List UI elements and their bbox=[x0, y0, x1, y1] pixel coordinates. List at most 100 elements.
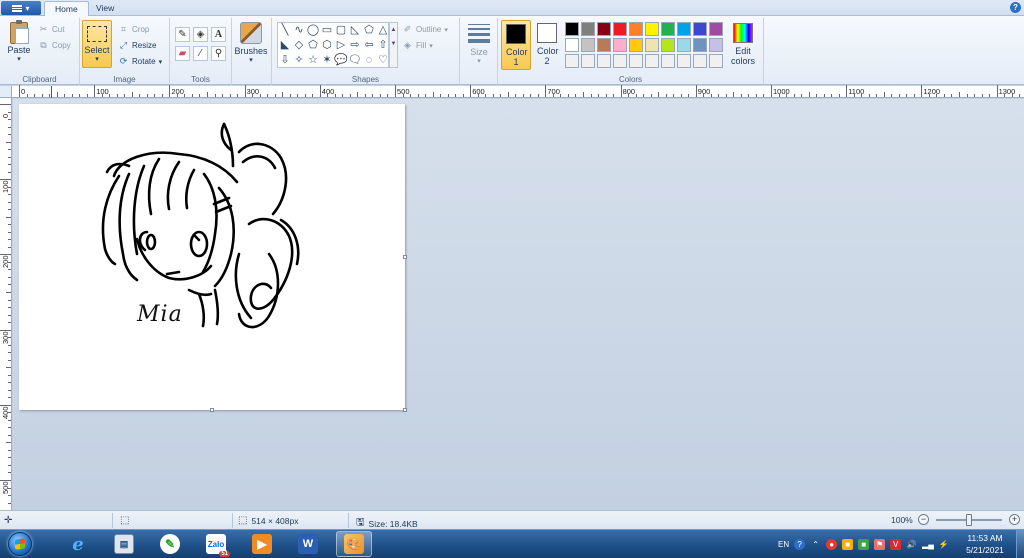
shape-tool-item[interactable]: ⬡ bbox=[320, 38, 334, 53]
shape-tool-item[interactable]: ⬠ bbox=[362, 23, 376, 38]
shape-tool-item[interactable]: ▭ bbox=[320, 23, 334, 38]
palette-swatch[interactable] bbox=[613, 22, 627, 36]
palette-swatch[interactable] bbox=[613, 54, 627, 68]
paste-button[interactable]: Paste ▾ bbox=[4, 20, 34, 66]
text-tool-icon[interactable]: A bbox=[211, 27, 226, 42]
power-icon[interactable]: ⚡ bbox=[938, 539, 949, 550]
taskbar-internet-explorer[interactable]: e bbox=[60, 531, 96, 557]
pencil-icon[interactable]: ✎ bbox=[175, 27, 190, 42]
palette-swatch[interactable] bbox=[693, 38, 707, 52]
palette-swatch[interactable] bbox=[581, 38, 595, 52]
zoom-slider-thumb[interactable] bbox=[966, 514, 972, 526]
flag-icon[interactable]: ⚑ bbox=[874, 538, 886, 550]
shape-tool-item[interactable]: △ bbox=[376, 23, 390, 38]
palette-swatch[interactable] bbox=[565, 38, 579, 52]
shape-tool-item[interactable]: ✶ bbox=[320, 53, 334, 68]
resize-handle-corner[interactable] bbox=[403, 408, 407, 412]
shape-tool-item[interactable]: ♡ bbox=[376, 53, 390, 68]
color1-button[interactable]: Color 1 bbox=[501, 20, 531, 70]
zoom-in-button[interactable]: + bbox=[1009, 514, 1020, 525]
paint-menu-button[interactable]: ▾ bbox=[1, 1, 41, 15]
palette-swatch[interactable] bbox=[693, 22, 707, 36]
color2-button[interactable]: Color 2 bbox=[533, 20, 561, 70]
shape-tool-item[interactable]: ✧ bbox=[292, 53, 306, 68]
edit-colors-button[interactable]: Edit colors bbox=[728, 20, 758, 70]
palette-swatch[interactable] bbox=[565, 54, 579, 68]
shape-tool-item[interactable]: ⇦ bbox=[362, 38, 376, 53]
select-button[interactable]: Select ▾ bbox=[82, 20, 112, 68]
shape-tool-item[interactable]: ⇧ bbox=[376, 38, 390, 53]
eraser-icon[interactable]: ▰ bbox=[175, 46, 190, 61]
palette-swatch[interactable] bbox=[709, 54, 723, 68]
fill-button[interactable]: ◈ Fill ▾ bbox=[402, 40, 433, 51]
outline-button[interactable]: ✐ Outline ▾ bbox=[402, 24, 448, 35]
taskbar-word[interactable]: W bbox=[290, 531, 326, 557]
size-button[interactable]: Size ▾ bbox=[464, 22, 494, 70]
palette-swatch[interactable] bbox=[613, 38, 627, 52]
palette-swatch[interactable] bbox=[709, 22, 723, 36]
help-icon[interactable]: ? bbox=[1010, 2, 1021, 13]
shape-tool-item[interactable]: ◣ bbox=[278, 38, 292, 53]
palette-swatch[interactable] bbox=[597, 22, 611, 36]
antivirus-v-icon[interactable]: V bbox=[890, 538, 902, 550]
taskbar-greenshot[interactable]: ✎ bbox=[152, 531, 188, 557]
palette-swatch[interactable] bbox=[677, 38, 691, 52]
palette-swatch[interactable] bbox=[645, 54, 659, 68]
shape-tool-item[interactable]: ⬠ bbox=[306, 38, 320, 53]
system-clock[interactable]: 11:53 AM 5/21/2021 bbox=[955, 532, 1015, 556]
palette-swatch[interactable] bbox=[645, 38, 659, 52]
crop-button[interactable]: ⌗ Crop bbox=[118, 24, 149, 35]
taskbar-zalo[interactable]: Zalo 51 bbox=[198, 531, 234, 557]
show-desktop-button[interactable] bbox=[1016, 530, 1024, 558]
shape-tool-item[interactable]: 🗨 bbox=[348, 53, 362, 68]
palette-swatch[interactable] bbox=[677, 22, 691, 36]
palette-swatch[interactable] bbox=[565, 22, 579, 36]
palette-swatch[interactable] bbox=[661, 38, 675, 52]
resize-handle-right[interactable] bbox=[403, 255, 407, 259]
taskbar-media-player[interactable]: ▶ bbox=[244, 531, 280, 557]
rotate-button[interactable]: ⟳ Rotate ▾ bbox=[118, 56, 162, 67]
zoom-out-button[interactable]: − bbox=[918, 514, 929, 525]
shape-tool-item[interactable]: ▷ bbox=[334, 38, 348, 53]
shape-tool-item[interactable]: ☆ bbox=[306, 53, 320, 68]
palette-swatch[interactable] bbox=[661, 54, 675, 68]
palette-swatch[interactable] bbox=[709, 38, 723, 52]
taskbar-scanner[interactable]: ▤ bbox=[106, 531, 142, 557]
magnifier-icon[interactable]: ⚲ bbox=[211, 46, 226, 61]
notification-icon[interactable]: ■ bbox=[842, 538, 854, 550]
taskbar-paint[interactable]: 🎨 bbox=[336, 531, 372, 557]
resize-handle-bottom[interactable] bbox=[210, 408, 214, 412]
brushes-button[interactable]: Brushes ▾ bbox=[234, 20, 268, 70]
palette-swatch[interactable] bbox=[645, 22, 659, 36]
tab-view[interactable]: View bbox=[86, 1, 124, 16]
shape-tool-item[interactable]: ▢ bbox=[334, 23, 348, 38]
shape-tool-item[interactable]: ⇩ bbox=[278, 53, 292, 68]
shape-tool-item[interactable]: 💬 bbox=[334, 53, 348, 68]
language-indicator[interactable]: EN bbox=[778, 540, 789, 549]
shape-tool-item[interactable]: ◇ bbox=[292, 38, 306, 53]
shapes-gallery-scroll[interactable]: ▲ ▼ bbox=[389, 22, 398, 68]
palette-swatch[interactable] bbox=[597, 38, 611, 52]
color-picker-icon[interactable]: ⁄ bbox=[193, 46, 208, 61]
palette-swatch[interactable] bbox=[693, 54, 707, 68]
network-signal-icon[interactable]: ▂▄ bbox=[922, 539, 934, 550]
palette-swatch[interactable] bbox=[581, 22, 595, 36]
fill-bucket-icon[interactable]: ◈ bbox=[193, 27, 208, 42]
palette-swatch[interactable] bbox=[629, 22, 643, 36]
chevron-up-icon[interactable]: ⌃ bbox=[810, 539, 821, 550]
antivirus-icon[interactable]: ● bbox=[826, 538, 838, 550]
app-tray-icon[interactable]: ■ bbox=[858, 538, 870, 550]
cut-button[interactable]: ✂ Cut bbox=[38, 24, 65, 35]
shape-tool-item[interactable]: ╲ bbox=[278, 23, 292, 38]
palette-swatch[interactable] bbox=[677, 54, 691, 68]
shape-tool-item[interactable]: ⇨ bbox=[348, 38, 362, 53]
palette-swatch[interactable] bbox=[661, 22, 675, 36]
shape-tool-item[interactable]: ◌ bbox=[362, 53, 376, 68]
volume-icon[interactable]: 🔊 bbox=[906, 539, 917, 550]
shape-tool-item[interactable]: ∿ bbox=[292, 23, 306, 38]
resize-button[interactable]: ⤢ Resize bbox=[118, 40, 157, 51]
palette-swatch[interactable] bbox=[597, 54, 611, 68]
shapes-gallery[interactable]: ╲ ∿ ◯ ▭ ▢ ◺ ⬠ △ ◣ ◇ ⬠ ⬡ ▷ ⇨ ⇦ ⇧ ⇩ ✧ ☆ ✶ 💬 🗨 ◌ ♡ bbox=[277, 22, 389, 68]
shape-tool-item[interactable]: ◺ bbox=[348, 23, 362, 38]
palette-swatch[interactable] bbox=[629, 54, 643, 68]
